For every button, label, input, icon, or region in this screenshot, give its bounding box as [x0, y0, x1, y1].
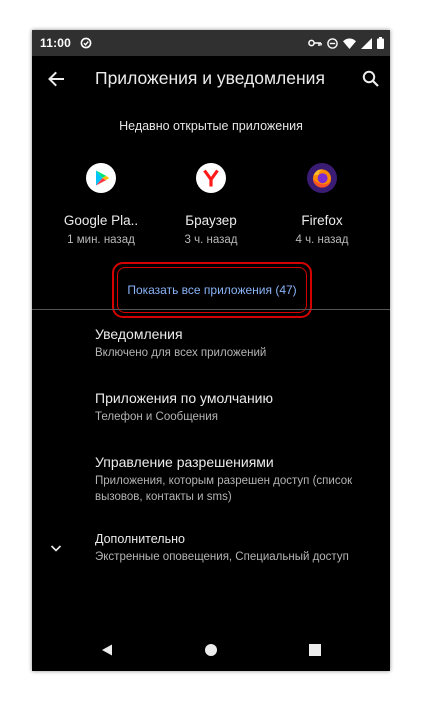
setting-advanced[interactable]: Дополнительно Экстренные оповещения, Спе…	[32, 526, 390, 574]
app-name: Firefox	[301, 213, 343, 228]
page-title: Приложения и уведомления	[95, 68, 325, 88]
data-saver-icon	[80, 37, 92, 49]
chevron-down-icon	[50, 545, 62, 552]
search-icon[interactable]	[358, 66, 384, 92]
setting-title: Дополнительно	[95, 532, 185, 546]
recent-app-firefox[interactable]: Firefox 4 ч. назад	[267, 163, 377, 246]
recent-apps-label: Недавно открытые приложения	[119, 119, 303, 133]
vpn-key-icon	[308, 39, 322, 47]
nav-home-icon[interactable]	[204, 643, 218, 657]
wifi-icon	[343, 38, 356, 49]
nav-recents-icon[interactable]	[309, 644, 321, 656]
signal-icon	[361, 37, 372, 49]
setting-subtitle: Приложения, которым разрешен доступ (спи…	[95, 475, 353, 503]
setting-notifications[interactable]: Уведомления Включено для всех приложений	[32, 320, 390, 370]
setting-title: Приложения по умолчанию	[95, 390, 273, 406]
firefox-icon	[307, 163, 337, 193]
recent-app-google-play[interactable]: Google Pla.. 1 мин. назад	[46, 163, 156, 246]
setting-subtitle: Включено для всех приложений	[95, 347, 267, 359]
app-name: Google Pla..	[63, 213, 139, 228]
nav-back-icon[interactable]	[100, 643, 114, 657]
app-last-used: 4 ч. назад	[295, 234, 349, 246]
status-icons	[308, 36, 384, 50]
do-not-disturb-icon	[327, 37, 338, 49]
arrow-back-icon[interactable]	[42, 65, 70, 93]
status-time: 11:00	[40, 36, 72, 50]
battery-icon	[377, 37, 384, 49]
setting-subtitle: Экстренные оповещения, Специальный досту…	[95, 551, 349, 563]
setting-title: Уведомления	[95, 326, 183, 342]
phone-screen: 11:00 Приложения и уведомления Недавно о…	[32, 30, 390, 671]
status-bar: 11:00	[32, 30, 390, 56]
setting-title: Управление разрешениями	[95, 454, 274, 470]
app-last-used: 3 ч. назад	[184, 234, 238, 246]
setting-default-apps[interactable]: Приложения по умолчанию Телефон и Сообще…	[32, 383, 390, 433]
recent-app-browser[interactable]: Браузер 3 ч. назад	[156, 163, 266, 246]
setting-subtitle: Телефон и Сообщения	[95, 411, 218, 423]
google-play-icon	[86, 163, 116, 193]
app-bar: Приложения и уведомления	[32, 56, 390, 102]
divider	[32, 309, 390, 310]
navigation-bar	[32, 630, 390, 671]
setting-permissions[interactable]: Управление разрешениями Приложения, кото…	[32, 448, 390, 514]
app-last-used: 1 мин. назад	[67, 234, 135, 246]
app-name: Браузер	[185, 213, 237, 228]
yandex-browser-icon	[196, 163, 226, 193]
